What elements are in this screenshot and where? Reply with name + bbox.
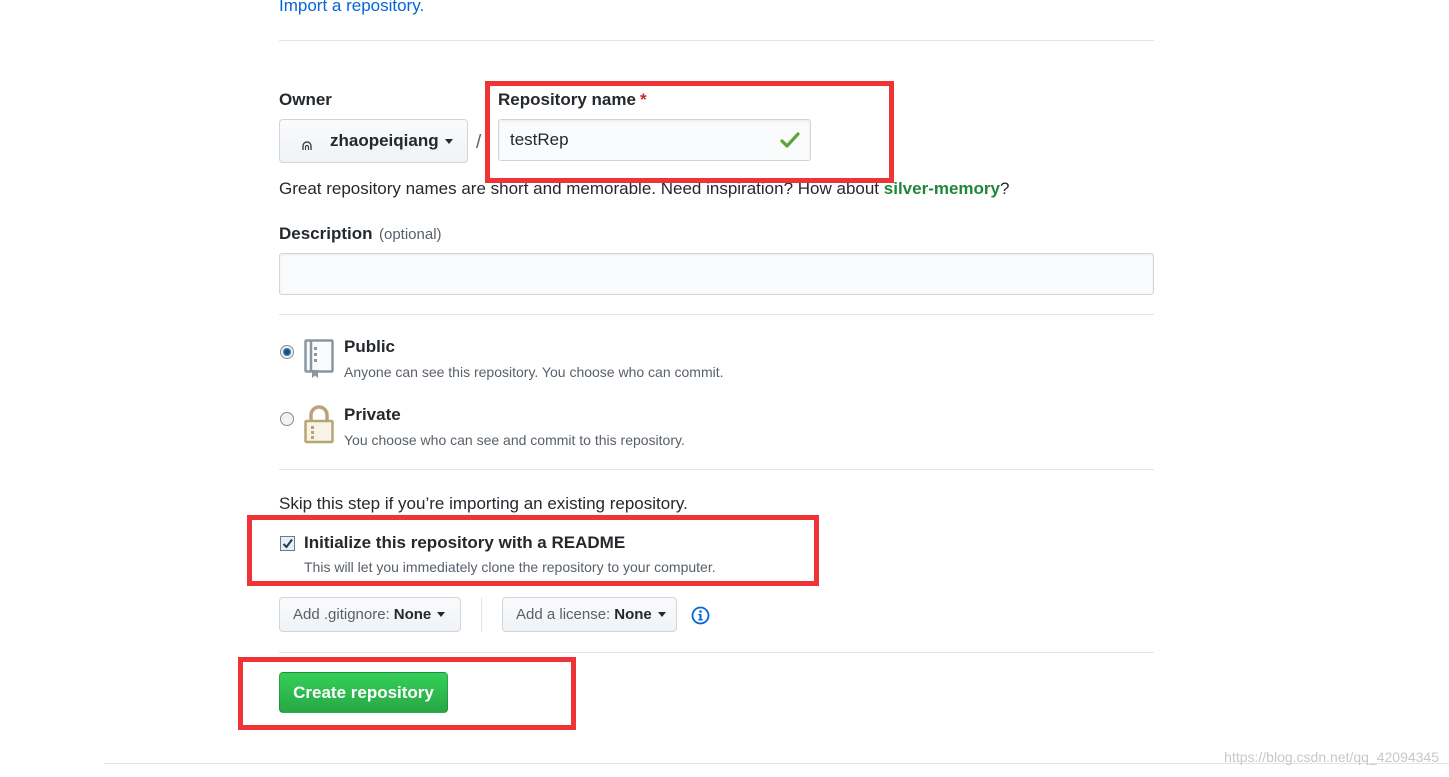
owner-separator: / [476, 132, 482, 153]
owner-value: zhaopeiqiang [330, 131, 439, 150]
watermark: https://blog.csdn.net/qq_42094345 [1224, 749, 1439, 765]
public-note: Anyone can see this repository. You choo… [344, 364, 724, 380]
public-radio[interactable] [280, 345, 294, 359]
divider [279, 652, 1154, 653]
divider [481, 597, 482, 632]
lock-icon [304, 404, 334, 449]
divider [279, 40, 1154, 41]
divider [279, 314, 1154, 315]
chevron-down-icon [657, 612, 666, 617]
repo-book-icon [304, 339, 334, 384]
gitignore-label: Add .gitignore: [293, 606, 390, 623]
owner-label: Owner [279, 90, 332, 109]
private-title: Private [344, 405, 401, 424]
license-select[interactable]: Add a license: None [502, 597, 677, 632]
annotation-box-create [238, 657, 576, 730]
skip-step-text: Skip this step if you’re importing an ex… [279, 494, 688, 513]
owner-select[interactable]: zhaopeiqiang [279, 119, 468, 163]
annotation-box-repo-name [485, 81, 894, 183]
gitignore-value: None [393, 606, 432, 623]
optional-hint: (optional) [378, 226, 442, 243]
description-input[interactable] [279, 253, 1154, 295]
license-label: Add a license: [516, 606, 611, 623]
import-repository-link[interactable]: Import a repository. [279, 0, 424, 16]
avatar [300, 137, 314, 151]
suggested-name-link[interactable]: silver-memory [884, 179, 1000, 198]
chevron-down-icon [444, 138, 453, 144]
private-note: You choose who can see and commit to thi… [344, 432, 685, 448]
chevron-down-icon [437, 612, 446, 617]
license-value: None [614, 606, 652, 623]
divider [279, 469, 1154, 470]
annotation-box-readme [247, 515, 819, 586]
private-radio[interactable] [280, 412, 294, 426]
description-label: Description (optional) [279, 224, 442, 243]
public-title: Public [344, 337, 396, 356]
info-icon[interactable] [691, 606, 710, 630]
gitignore-select[interactable]: Add .gitignore: None [279, 597, 461, 632]
